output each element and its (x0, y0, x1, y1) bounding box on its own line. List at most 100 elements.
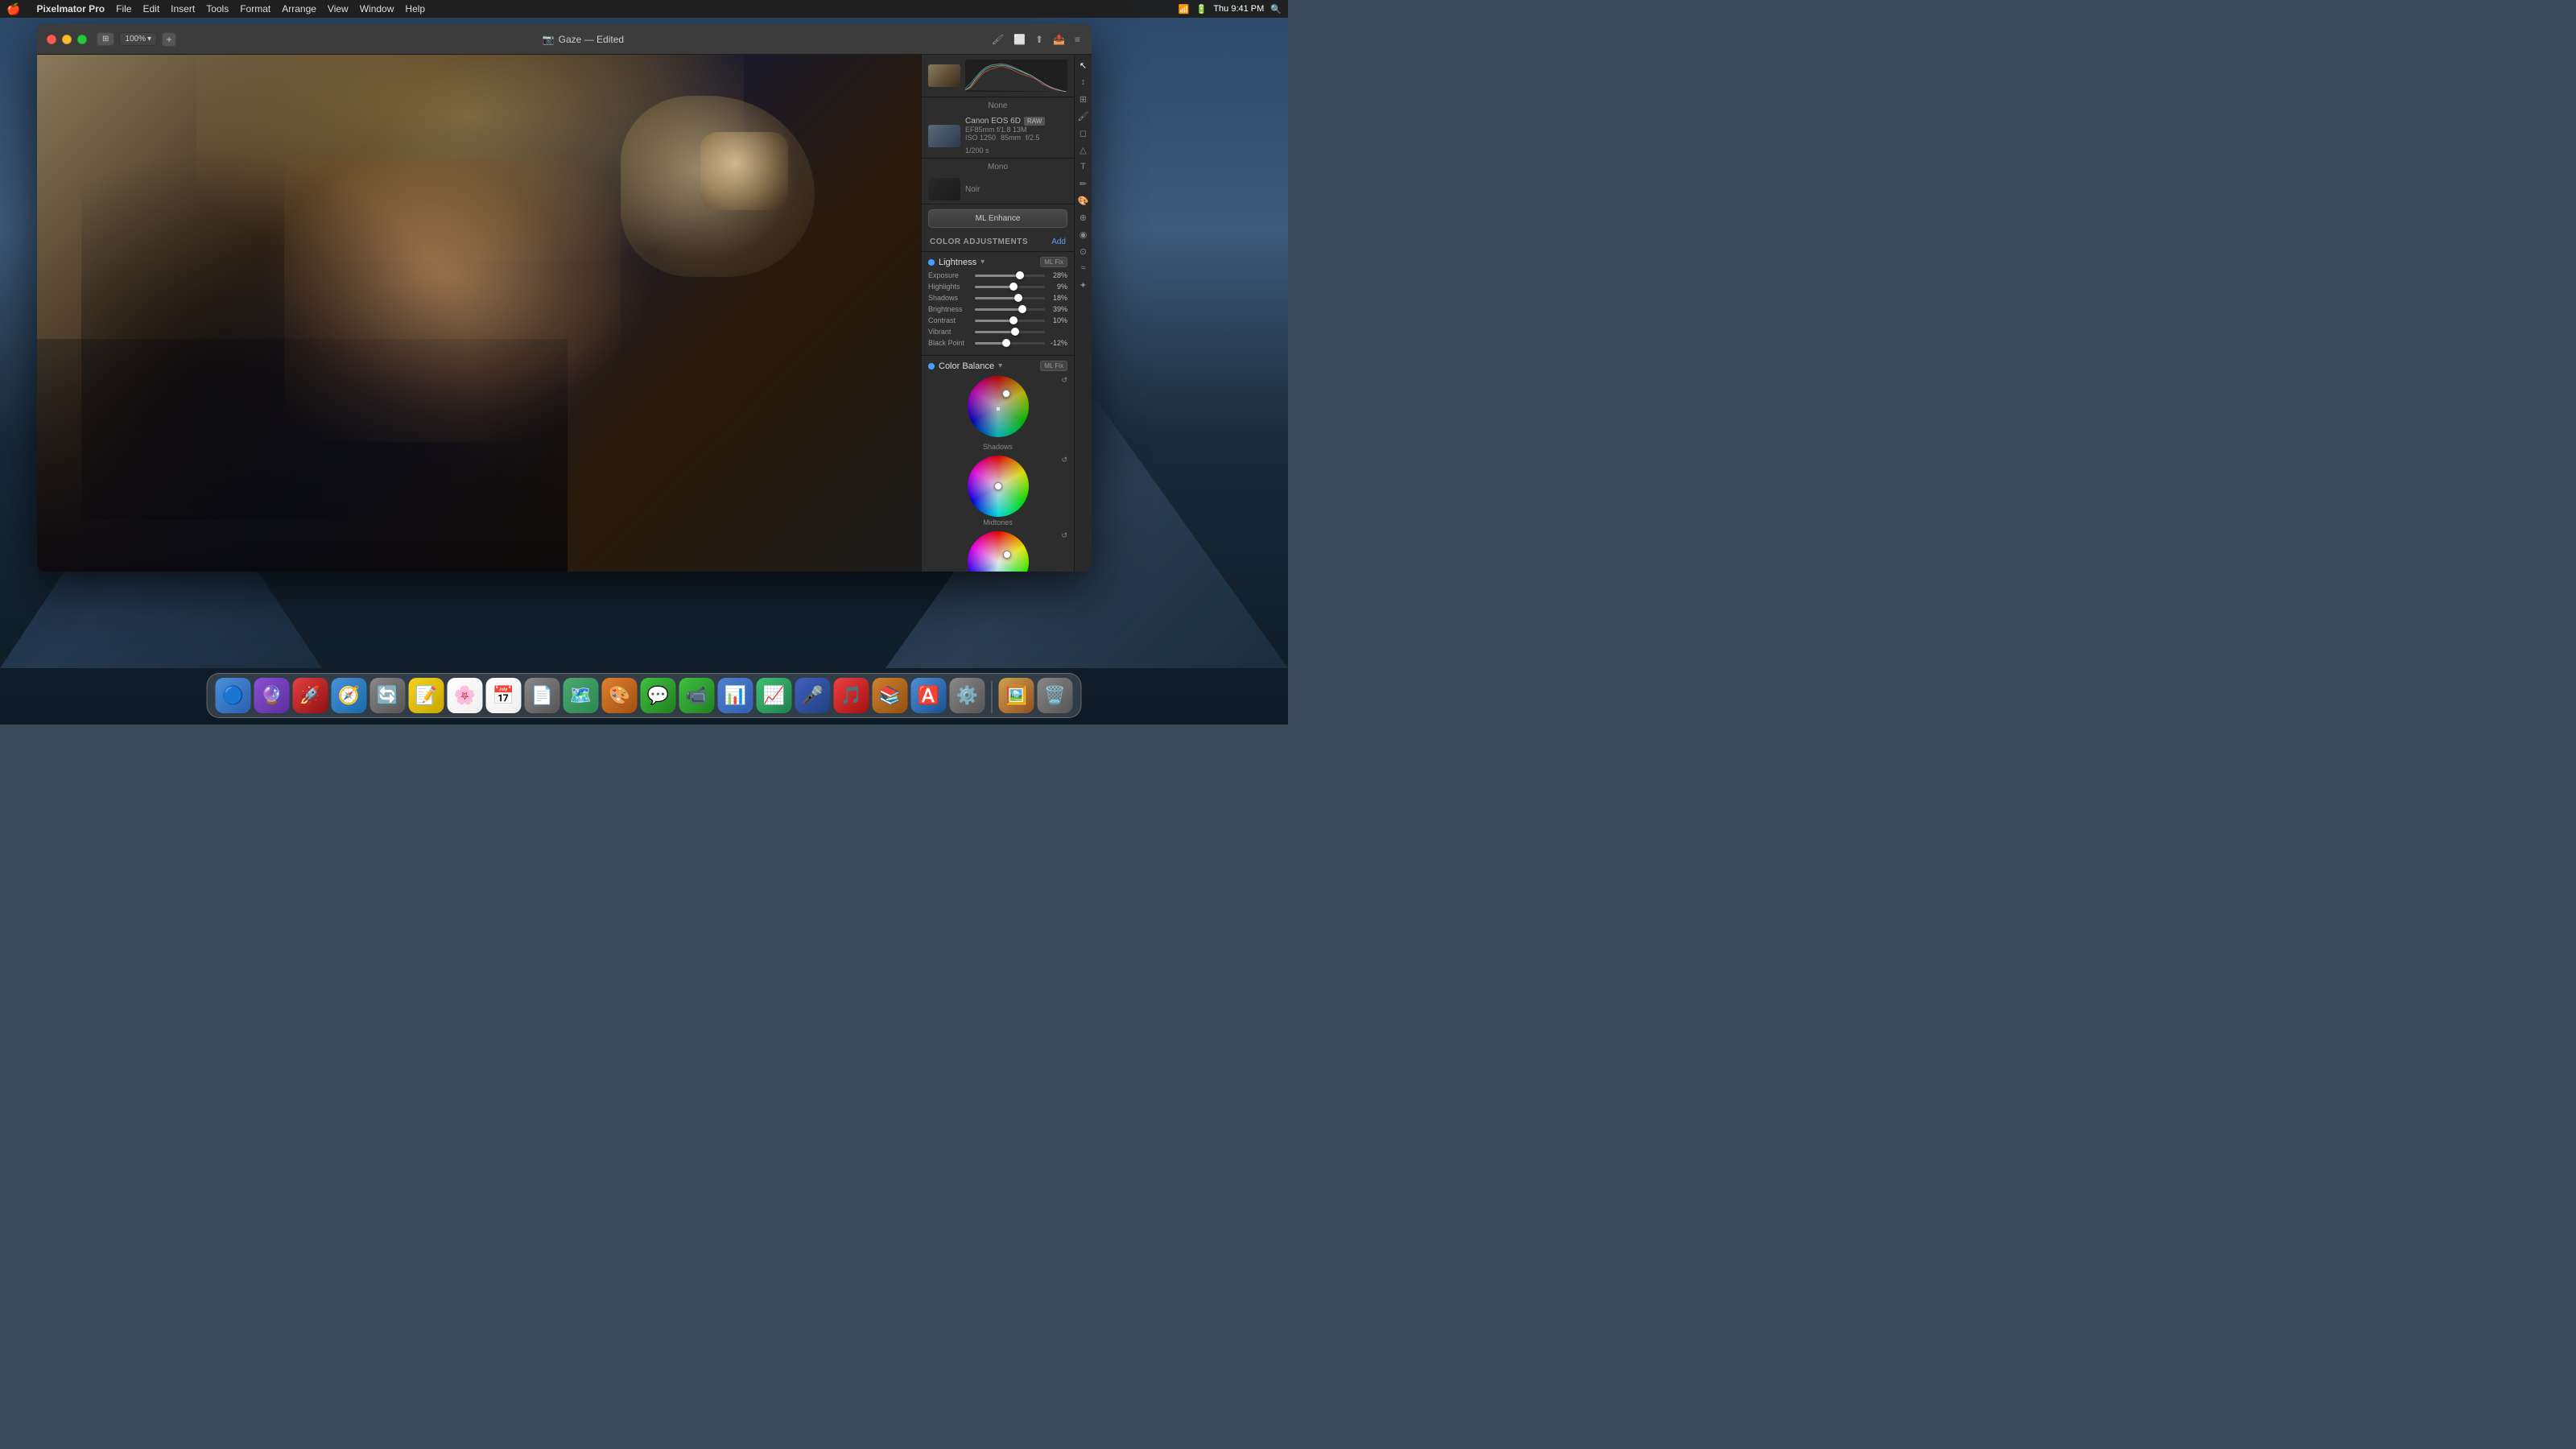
right-side: None Canon EOS 6D RAW EF85mm f/1.8 13M I… (921, 55, 1092, 572)
dock-pixelmator[interactable]: 🎨 (602, 678, 638, 713)
menubar-arrange[interactable]: Arrange (282, 3, 316, 14)
dock-siri[interactable]: 🔮 (254, 678, 290, 713)
dock-launchpad[interactable]: 🚀 (293, 678, 328, 713)
export-btn[interactable]: 📤 (1051, 32, 1067, 47)
colorbalance-chevron[interactable]: ▾ (998, 361, 1002, 370)
histogram-container (965, 60, 1067, 92)
exposure-slider-row: Exposure 28% (928, 271, 1067, 279)
exposure-track[interactable] (975, 275, 1045, 277)
adjust-tool-icon[interactable]: ◉ (1076, 227, 1091, 242)
paint-tool-icon[interactable]: 🖌 (1076, 109, 1091, 123)
dock-maps[interactable]: 🗺️ (564, 678, 599, 713)
dock-messages[interactable]: 💬 (641, 678, 676, 713)
blackpoint-value: -12% (1050, 339, 1067, 347)
shadows-thumb[interactable] (1014, 294, 1022, 302)
dock-trash[interactable]: 🗑️ (1038, 678, 1073, 713)
brightness-thumb[interactable] (1018, 305, 1026, 313)
noir-thumb (928, 178, 960, 200)
clone-tool-icon[interactable]: ⊙ (1076, 244, 1091, 258)
dock-photolib[interactable]: 🖼️ (999, 678, 1034, 713)
blur-tool-icon[interactable]: ≈ (1076, 261, 1091, 275)
shadows-wheel-handle[interactable] (1002, 390, 1010, 398)
dock-music[interactable]: 🎵 (834, 678, 869, 713)
add-canvas-btn[interactable]: + (162, 32, 176, 47)
blackpoint-slider-row: Black Point -12% (928, 339, 1067, 347)
minimize-button[interactable] (62, 35, 72, 44)
highlights-track[interactable] (975, 286, 1045, 288)
dock-calendar[interactable]: 📅 (486, 678, 522, 713)
brightness-fill (975, 308, 1022, 311)
window-controls-right: 🖌 ⬜ ⬆ 📤 ≡ (990, 32, 1082, 47)
highlights-thumb[interactable] (1009, 283, 1018, 291)
brightness-track[interactable] (975, 308, 1045, 311)
contrast-track[interactable] (975, 320, 1045, 322)
dock-safari[interactable]: 🧭 (332, 678, 367, 713)
midtones-wheel-handle[interactable] (994, 482, 1002, 490)
maximize-button[interactable] (77, 35, 87, 44)
zoom-tool-icon[interactable]: ⊕ (1076, 210, 1091, 225)
canvas-area[interactable] (37, 55, 921, 572)
star-tool-icon[interactable]: ✦ (1076, 278, 1091, 292)
blackpoint-track[interactable] (975, 342, 1045, 345)
pen-tool-icon[interactable]: ✏ (1076, 176, 1091, 191)
menubar-format[interactable]: Format (240, 3, 270, 14)
mono-label: Mono (922, 159, 1074, 175)
window-body: None Canon EOS 6D RAW EF85mm f/1.8 13M I… (37, 55, 1092, 572)
highlights-wheel-handle[interactable] (1003, 551, 1011, 559)
dock-migration[interactable]: 🔄 (370, 678, 406, 713)
dock-notes[interactable]: 📝 (409, 678, 444, 713)
eraser-tool-icon[interactable]: ◻ (1076, 126, 1091, 140)
vibrant-thumb[interactable] (1011, 328, 1019, 336)
none-label: None (922, 97, 1074, 114)
menubar-file[interactable]: File (116, 3, 131, 14)
blackpoint-thumb[interactable] (1002, 339, 1010, 347)
exposure-thumb[interactable] (1016, 271, 1024, 279)
search-icon[interactable]: 🔍 (1270, 4, 1282, 14)
more-btn[interactable]: ≡ (1073, 32, 1082, 47)
ml-enhance-button[interactable]: ML Enhance (928, 209, 1067, 228)
menubar-tools[interactable]: Tools (206, 3, 229, 14)
share-btn[interactable]: ⬆ (1034, 32, 1045, 47)
contrast-slider-row: Contrast 10% (928, 316, 1067, 324)
shape-tool-icon[interactable]: △ (1076, 142, 1091, 157)
dock-numbers[interactable]: 📈 (757, 678, 792, 713)
menubar-view[interactable]: View (328, 3, 349, 14)
dock-books[interactable]: 📚 (873, 678, 908, 713)
cursor-tool-icon[interactable]: ↕ (1076, 75, 1091, 89)
lightness-ml-badge[interactable]: ML Fix (1040, 257, 1067, 267)
menubar-insert[interactable]: Insert (171, 3, 195, 14)
lightness-chevron[interactable]: ▾ (980, 258, 985, 266)
dock-facetime[interactable]: 📹 (679, 678, 715, 713)
color-balance-section: Color Balance ▾ ML Fix ↺ (922, 356, 1074, 572)
color-sample-icon[interactable]: 🎨 (1076, 193, 1091, 208)
crop-tool-icon[interactable]: ⊞ (1076, 92, 1091, 106)
brightness-slider-row: Brightness 39% (928, 305, 1067, 313)
colorbalance-ml-badge[interactable]: ML Fix (1040, 361, 1067, 371)
brush-tool-btn[interactable]: 🖌 (990, 32, 1005, 47)
apple-menu[interactable]: 🍎 (6, 2, 20, 16)
vibrant-track[interactable] (975, 331, 1045, 333)
zoom-display: 100% ▾ (119, 32, 157, 46)
close-button[interactable] (47, 35, 56, 44)
dock-dashboard[interactable]: 📊 (718, 678, 753, 713)
menubar-appname[interactable]: Pixelmator Pro (36, 3, 105, 14)
select-tool-icon[interactable]: ↖ (1076, 58, 1091, 72)
menubar-edit[interactable]: Edit (142, 3, 159, 14)
dock-keynote[interactable]: 🎤 (795, 678, 831, 713)
view-toggle-btn[interactable]: ⊞ (97, 32, 114, 46)
window-title: 📷 Gaze — Edited (176, 34, 990, 45)
highlights-label: Highlights (928, 283, 970, 291)
menubar-window[interactable]: Window (360, 3, 394, 14)
dock-quicklook[interactable]: 📄 (525, 678, 560, 713)
exposure-value: 28% (1050, 271, 1067, 279)
dock-appstore[interactable]: 🅰️ (911, 678, 947, 713)
contrast-thumb[interactable] (1009, 316, 1018, 324)
menubar-help[interactable]: Help (405, 3, 425, 14)
dock-finder[interactable]: 🔵 (216, 678, 251, 713)
shadows-track[interactable] (975, 297, 1045, 299)
crop-tool-btn[interactable]: ⬜ (1012, 32, 1027, 47)
dock-photos[interactable]: 🌸 (448, 678, 483, 713)
adj-add-button[interactable]: Add (1051, 237, 1066, 246)
dock-settings[interactable]: ⚙️ (950, 678, 985, 713)
text-tool-icon[interactable]: T (1076, 159, 1091, 174)
